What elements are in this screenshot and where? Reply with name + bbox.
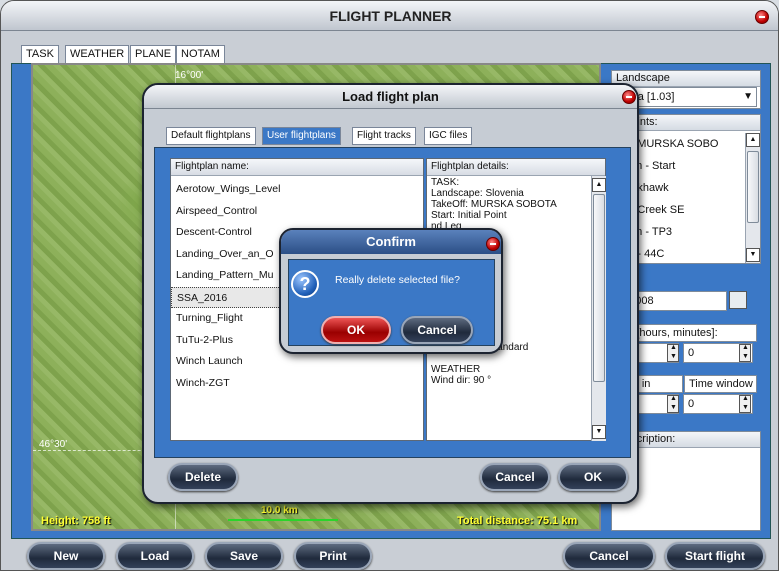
tab-notam[interactable]: NOTAM [176, 45, 225, 63]
confirm-dialog: Confirm ? Really delete selected file? O… [279, 228, 503, 354]
confirm-title: Confirm [281, 230, 501, 254]
turnpoints-scrollbar[interactable]: ▲ ▼ [745, 133, 760, 263]
detail-line: TASK: [431, 177, 460, 188]
close-icon[interactable] [755, 10, 769, 24]
scroll-down-icon[interactable]: ▼ [746, 248, 760, 262]
scroll-down-icon[interactable]: ▼ [592, 425, 606, 439]
landscape-header: Landscape [612, 71, 760, 87]
list-item[interactable]: Winch-ZGT [171, 373, 423, 395]
list-item[interactable]: Winch Launch [171, 351, 423, 373]
list-item[interactable]: Airspeed_Control [171, 201, 423, 223]
calendar-icon[interactable] [729, 291, 747, 309]
new-button[interactable]: New [27, 542, 105, 570]
total-distance-label: Total distance: 75.1 km [457, 515, 578, 527]
tab-user-flightplans[interactable]: User flightplans [262, 127, 341, 145]
height-label: Height: 758 ft [41, 515, 111, 527]
detail-line: WEATHER [431, 364, 481, 375]
time-window-stepper[interactable] [739, 395, 751, 413]
map-coord-left: 46°30' [39, 439, 68, 450]
save-button[interactable]: Save [205, 542, 283, 570]
dialog-title: Load flight plan [144, 85, 637, 109]
scroll-thumb[interactable] [593, 194, 605, 382]
detail-line: TakeOff: MURSKA SOBOTA [431, 199, 557, 210]
confirm-ok-button[interactable]: OK [321, 316, 391, 344]
scroll-up-icon[interactable]: ▲ [592, 178, 606, 192]
list-item[interactable]: Aerotow_Wings_Level [171, 179, 423, 201]
flightplan-details-header: Flightplan details: [427, 159, 605, 176]
detail-line: Landscape: Slovenia [431, 188, 524, 199]
details-scrollbar[interactable]: ▲ ▼ [591, 176, 606, 441]
tab-default-flightplans[interactable]: Default flightplans [166, 127, 256, 145]
tab-plane[interactable]: PLANE [130, 45, 177, 63]
scale-bar [228, 519, 338, 521]
time-window-label: Time window [684, 375, 757, 393]
detail-line [427, 353, 589, 364]
confirm-cancel-button[interactable]: Cancel [401, 316, 473, 344]
window-title: FLIGHT PLANNER [1, 1, 778, 31]
tab-weather[interactable]: WEATHER [65, 45, 130, 63]
map-coord-top: 16°00' [175, 70, 204, 81]
confirm-message: Really delete selected file? [335, 274, 460, 286]
dialog-cancel-button[interactable]: Cancel [480, 463, 550, 491]
dialog-ok-button[interactable]: OK [558, 463, 628, 491]
detail-line: Wind dir: 90 ° [431, 375, 492, 386]
load-button[interactable]: Load [116, 542, 194, 570]
tab-task[interactable]: TASK [21, 45, 59, 63]
chevron-down-icon: ▼ [743, 91, 753, 102]
scroll-thumb[interactable] [747, 151, 759, 223]
flightplan-list-header: Flightplan name: [171, 159, 423, 176]
tab-igc-files[interactable]: IGC files [424, 127, 473, 145]
close-icon[interactable] [622, 90, 636, 104]
hours-stepper[interactable] [667, 344, 679, 362]
race-in-stepper[interactable] [667, 395, 679, 413]
cancel-button[interactable]: Cancel [563, 542, 655, 570]
print-button[interactable]: Print [294, 542, 372, 570]
scroll-up-icon[interactable]: ▲ [746, 133, 760, 147]
question-icon: ? [291, 270, 319, 298]
detail-line: Start: Initial Point [431, 210, 507, 221]
tab-flight-tracks[interactable]: Flight tracks [352, 127, 416, 145]
start-flight-button[interactable]: Start flight [665, 542, 765, 570]
scale-label: 10.0 km [261, 505, 298, 516]
minutes-stepper[interactable] [739, 344, 751, 362]
delete-button[interactable]: Delete [168, 463, 238, 491]
close-icon[interactable] [486, 237, 500, 251]
